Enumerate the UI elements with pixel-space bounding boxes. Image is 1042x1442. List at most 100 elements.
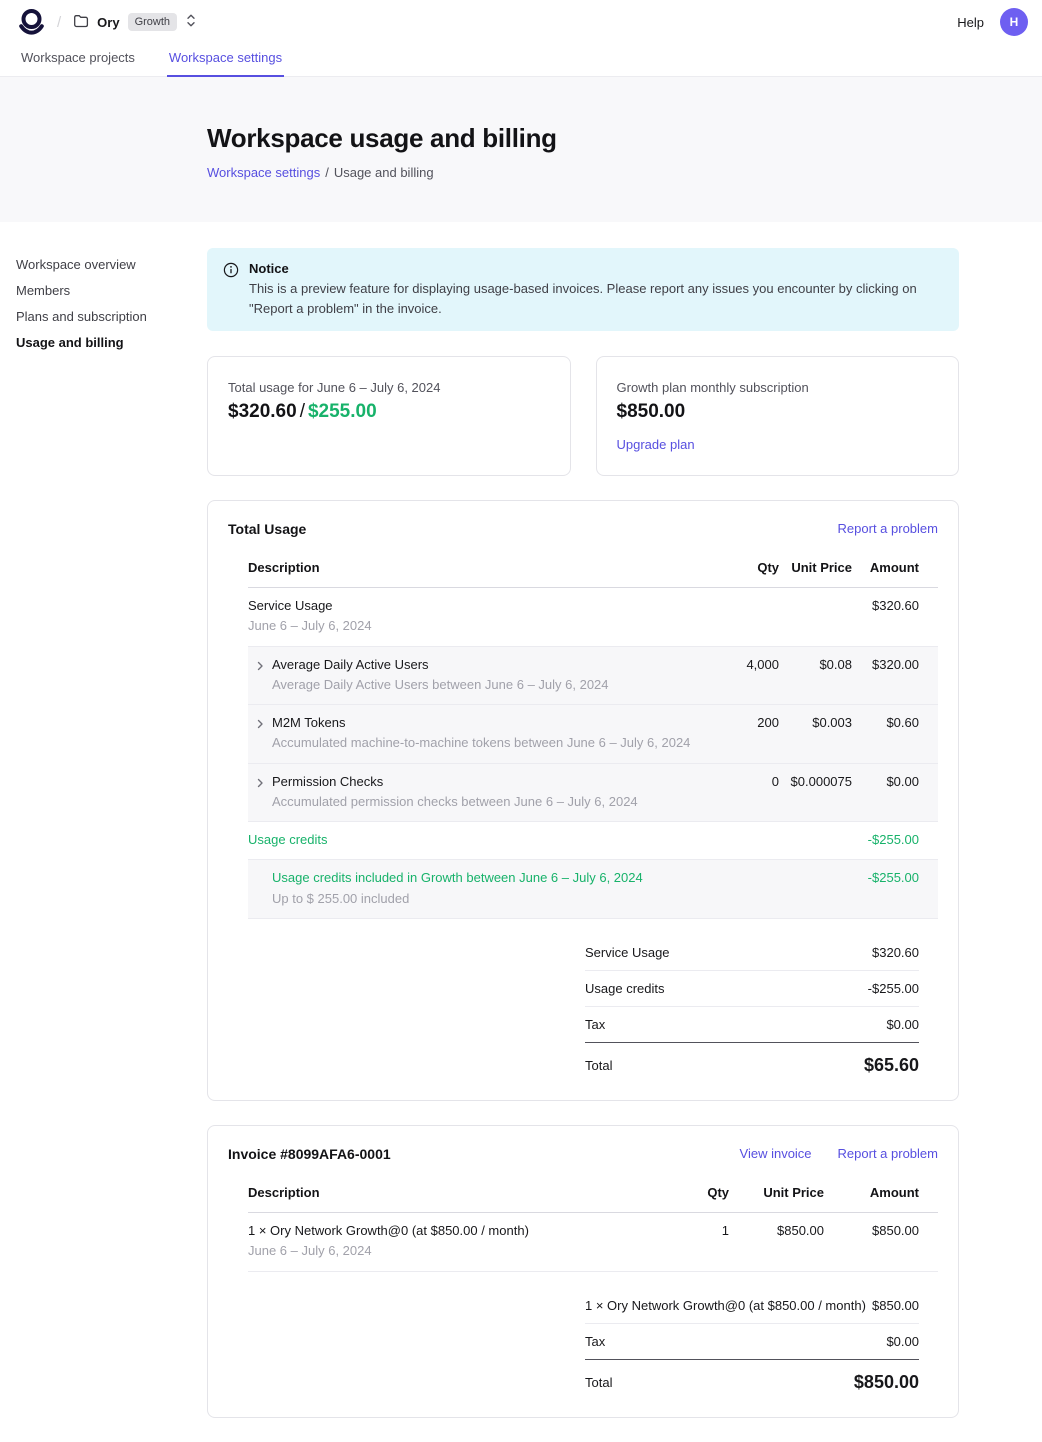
breadcrumb-current: Usage and billing [334,165,434,180]
notice-title: Notice [249,261,943,276]
workspace-name: Ory [97,15,119,30]
usage-credit-amount: $255.00 [308,401,377,422]
report-problem-link[interactable]: Report a problem [838,521,938,536]
page-title: Workspace usage and billing [207,123,1042,154]
summary-row-total: Total $65.60 [585,1043,919,1078]
row-qty: 200 [719,715,779,731]
summary-row: Tax $0.00 [585,1324,919,1360]
topbar: / Ory Growth Help H [0,0,1042,44]
row-unit-price: $0.08 [779,657,852,673]
subscription-card: Growth plan monthly subscription $850.00… [596,356,960,476]
row-amount: $0.60 [852,715,938,731]
info-icon [223,262,239,318]
ory-logo[interactable] [18,9,45,36]
workspace-plan-badge: Growth [128,13,177,31]
invoice-title: Invoice #8099AFA6-0001 [228,1146,391,1162]
row-amount: -$255.00 [852,870,938,886]
upgrade-plan-link[interactable]: Upgrade plan [617,437,939,452]
row-unit-price: $0.000075 [779,774,852,790]
expand-chevron-icon[interactable] [248,774,272,789]
table-row: Usage credits -$255.00 [248,822,938,860]
tab-workspace-settings[interactable]: Workspace settings [167,44,284,77]
sidebar-item-plans-and-subscription[interactable]: Plans and subscription [16,309,207,326]
chevron-updown-icon[interactable] [185,13,197,31]
col-qty: Qty [669,1185,729,1201]
row-unit-price: $850.00 [729,1223,824,1239]
tab-workspace-projects[interactable]: Workspace projects [19,44,137,76]
row-unit-price: $0.003 [779,715,852,731]
row-title: Usage credits included in Growth between… [272,870,643,886]
row-amount: -$255.00 [852,832,938,848]
total-usage-panel: Total Usage Report a problem Description… [207,500,959,1101]
table-header: Description Qty Unit Price Amount [248,551,938,588]
sidebar-item-workspace-overview[interactable]: Workspace overview [16,257,207,274]
row-amount: $850.00 [824,1223,938,1239]
summary-row-total: Total $850.00 [585,1360,919,1395]
table-row: Service Usage June 6 – July 6, 2024 $320… [248,588,938,647]
report-problem-link[interactable]: Report a problem [838,1146,938,1161]
col-amount: Amount [852,560,938,576]
row-qty: 1 [669,1223,729,1239]
preview-notice: Notice This is a preview feature for dis… [207,248,959,331]
table-header: Description Qty Unit Price Amount [248,1176,938,1213]
breadcrumb-link-workspace-settings[interactable]: Workspace settings [207,165,320,180]
table-row: Average Daily Active Users Average Daily… [248,647,938,706]
help-link[interactable]: Help [957,15,984,30]
row-amount: $0.00 [852,774,938,790]
row-subtitle: Accumulated permission checks between Ju… [272,794,638,810]
avatar[interactable]: H [1000,8,1028,36]
summary-row: Service Usage $320.60 [585,935,919,971]
workspace-switcher[interactable]: Ory Growth [73,13,197,32]
col-description: Description [248,560,719,576]
panel-title: Total Usage [228,521,306,537]
topbar-separator: / [57,14,61,31]
sidebar-item-members[interactable]: Members [16,283,207,300]
folder-icon [73,13,89,32]
total-usage-label: Total usage for June 6 – July 6, 2024 [228,380,550,395]
row-subtitle: June 6 – July 6, 2024 [248,1243,529,1259]
table-row: Permission Checks Accumulated permission… [248,764,938,823]
subscription-amount: $850.00 [617,401,939,424]
row-subtitle: June 6 – July 6, 2024 [248,618,372,634]
row-title: M2M Tokens [272,715,690,731]
workspace-tabs: Workspace projects Workspace settings [0,44,1042,77]
breadcrumb-separator: / [325,165,329,180]
col-unit-price: Unit Price [779,560,852,576]
expand-chevron-icon[interactable] [248,657,272,672]
row-subtitle: Accumulated machine-to-machine tokens be… [272,735,690,751]
row-qty: 4,000 [719,657,779,673]
col-amount: Amount [824,1185,938,1201]
col-unit-price: Unit Price [729,1185,824,1201]
table-row: M2M Tokens Accumulated machine-to-machin… [248,705,938,764]
table-row: 1 × Ory Network Growth@0 (at $850.00 / m… [248,1213,938,1272]
row-qty: 0 [719,774,779,790]
row-title: Average Daily Active Users [272,657,609,673]
row-title: Service Usage [248,598,372,614]
row-amount: $320.00 [852,657,938,673]
row-amount: $320.60 [852,598,938,614]
row-title: 1 × Ory Network Growth@0 (at $850.00 / m… [248,1223,529,1239]
invoice-totals: 1 × Ory Network Growth@0 (at $850.00 / m… [585,1288,919,1395]
col-qty: Qty [719,560,779,576]
row-title: Permission Checks [272,774,638,790]
total-usage-amount: $320.60/$255.00 [228,401,550,424]
total-usage-card: Total usage for June 6 – July 6, 2024 $3… [207,356,571,476]
sidebar-item-usage-and-billing[interactable]: Usage and billing [16,335,207,352]
settings-sidebar: Workspace overview Members Plans and sub… [16,248,207,1418]
summary-row: Usage credits -$255.00 [585,971,919,1007]
summary-row: Tax $0.00 [585,1007,919,1043]
view-invoice-link[interactable]: View invoice [740,1146,812,1161]
subscription-label: Growth plan monthly subscription [617,380,939,395]
usage-totals: Service Usage $320.60 Usage credits -$25… [585,935,919,1078]
table-row: Usage credits included in Growth between… [248,860,938,919]
notice-body: This is a preview feature for displaying… [249,279,943,318]
invoice-panel: Invoice #8099AFA6-0001 View invoice Repo… [207,1125,959,1418]
page-header: Workspace usage and billing Workspace se… [0,77,1042,222]
expand-chevron-icon[interactable] [248,715,272,730]
col-description: Description [248,1185,669,1201]
summary-row: 1 × Ory Network Growth@0 (at $850.00 / m… [585,1288,919,1324]
row-title: Usage credits [248,832,327,848]
row-subtitle: Average Daily Active Users between June … [272,677,609,693]
breadcrumb: Workspace settings / Usage and billing [207,165,1042,180]
row-subtitle: Up to $ 255.00 included [272,891,643,907]
